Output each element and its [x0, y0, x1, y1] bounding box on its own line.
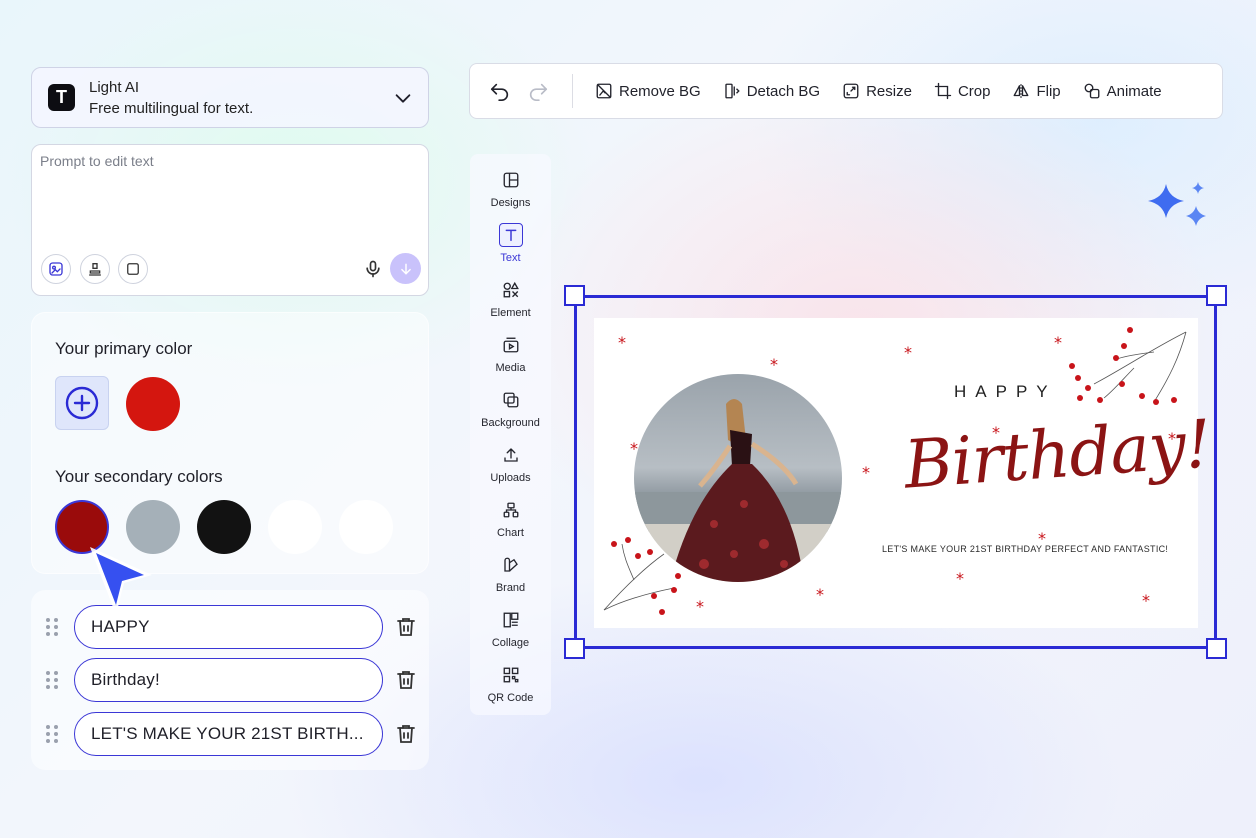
media-icon — [503, 337, 518, 353]
model-logo-icon: T — [48, 84, 75, 111]
drag-handle-icon[interactable] — [45, 617, 59, 637]
crop-label: Crop — [957, 82, 991, 100]
remove-bg-icon — [596, 83, 612, 99]
nav-media-label: Media — [495, 362, 526, 374]
text-layer-input[interactable] — [74, 712, 383, 756]
secondary-swatch-3[interactable] — [197, 500, 251, 554]
redo-icon[interactable] — [526, 80, 550, 102]
detach-bg-button[interactable]: Detach BG — [723, 82, 820, 100]
qr-code-icon — [503, 667, 518, 683]
secondary-swatch-5[interactable] — [339, 500, 393, 554]
toolbar-divider — [572, 74, 573, 108]
nav-text[interactable]: Text — [470, 209, 551, 264]
detach-bg-icon — [725, 83, 740, 99]
nav-uploads-label: Uploads — [490, 472, 531, 484]
trash-icon[interactable] — [394, 668, 418, 692]
nav-element[interactable]: Element — [470, 264, 551, 319]
stamp-icon — [89, 263, 101, 276]
prompt-box — [31, 144, 429, 296]
model-selector[interactable]: T Light AI Free multilingual for text. — [31, 67, 429, 128]
text-layer-row — [31, 712, 429, 756]
nav-uploads[interactable]: Uploads — [470, 429, 551, 484]
background-icon — [503, 392, 518, 408]
animate-icon — [1084, 83, 1100, 99]
trash-icon[interactable] — [394, 615, 418, 639]
text-layer-input[interactable] — [74, 658, 383, 702]
nav-qr-code[interactable]: QR Code — [470, 649, 551, 704]
model-info: Light AI Free multilingual for text. — [89, 77, 392, 119]
microphone-icon[interactable] — [363, 259, 383, 279]
nav-background[interactable]: Background — [470, 374, 551, 429]
nav-collage[interactable]: Collage — [470, 594, 551, 649]
resize-handle-bottom-right[interactable] — [1206, 638, 1227, 659]
resize-button[interactable]: Resize — [842, 82, 912, 100]
animate-button[interactable]: Animate — [1083, 82, 1162, 100]
nav-element-label: Element — [490, 307, 531, 319]
plus-circle-icon — [65, 386, 99, 420]
resize-label: Resize — [866, 82, 912, 100]
model-description: Free multilingual for text. — [89, 99, 254, 117]
resize-handle-top-left[interactable] — [564, 285, 585, 306]
resize-icon — [843, 83, 859, 99]
remove-bg-button[interactable]: Remove BG — [595, 82, 701, 100]
detach-bg-label: Detach BG — [746, 82, 821, 100]
primary-color-title: Your primary color — [55, 339, 193, 358]
aspect-button[interactable] — [118, 254, 148, 284]
chart-icon — [503, 502, 518, 518]
arrow-down-icon — [400, 263, 411, 275]
image-edit-icon — [49, 262, 63, 276]
nav-brand-label: Brand — [495, 582, 526, 594]
sparkle-icon — [1148, 182, 1206, 226]
nav-designs[interactable]: Designs — [470, 154, 551, 209]
model-name: Light AI — [89, 78, 140, 96]
crop-icon — [934, 82, 952, 100]
stamp-button[interactable] — [80, 254, 110, 284]
cursor-pointer-icon — [90, 547, 152, 615]
edit-toolbar: Remove BG Detach BG Resize Crop Flip Ani… — [469, 63, 1223, 119]
chevron-down-icon[interactable] — [392, 87, 414, 109]
flip-label: Flip — [1036, 82, 1061, 100]
primary-swatch[interactable] — [126, 377, 180, 431]
upload-icon — [503, 448, 518, 462]
nav-chart-label: Chart — [497, 527, 524, 539]
layout-icon — [503, 172, 518, 188]
secondary-swatch-4[interactable] — [268, 500, 322, 554]
flip-button[interactable]: Flip — [1012, 82, 1061, 100]
colors-panel: Your primary color Your secondary colors — [31, 312, 429, 574]
drag-handle-icon[interactable] — [45, 670, 59, 690]
nav-brand[interactable]: Brand — [470, 539, 551, 594]
square-icon — [127, 263, 139, 275]
nav-media[interactable]: Media — [470, 319, 551, 374]
secondary-colors-title: Your secondary colors — [55, 467, 223, 486]
nav-designs-label: Designs — [490, 197, 531, 209]
text-layer-row — [31, 658, 429, 702]
send-button[interactable] — [390, 253, 421, 284]
selection-frame[interactable] — [564, 285, 1227, 659]
nav-collage-label: Collage — [491, 637, 530, 649]
nav-background-label: Background — [481, 417, 540, 429]
history-controls — [470, 64, 572, 118]
nav-qr-code-label: QR Code — [487, 692, 534, 704]
brand-icon — [503, 557, 518, 572]
crop-button[interactable]: Crop — [934, 82, 991, 100]
undo-icon[interactable] — [488, 80, 512, 102]
resize-handle-bottom-left[interactable] — [564, 638, 585, 659]
add-color-button[interactable] — [55, 376, 109, 430]
prompt-input[interactable] — [40, 153, 420, 243]
trash-icon[interactable] — [394, 722, 418, 746]
nav-chart[interactable]: Chart — [470, 484, 551, 539]
nav-text-label: Text — [500, 252, 521, 264]
animate-label: Animate — [1106, 82, 1162, 100]
remove-bg-label: Remove BG — [619, 82, 701, 100]
text-icon — [505, 229, 516, 242]
flip-icon — [1014, 84, 1029, 98]
collage-icon — [503, 612, 518, 628]
image-edit-button[interactable] — [41, 254, 71, 284]
resize-handle-top-right[interactable] — [1206, 285, 1227, 306]
drag-handle-icon[interactable] — [45, 724, 59, 744]
side-navigation: Designs Text Element Media Background Up… — [470, 154, 551, 715]
shapes-icon — [503, 281, 519, 298]
